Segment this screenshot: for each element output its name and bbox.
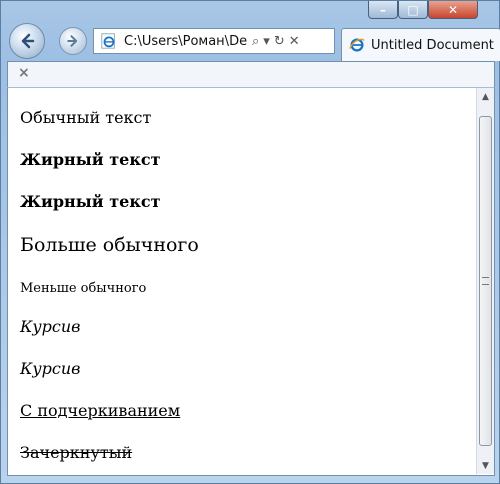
scroll-up-icon[interactable]: ▲: [477, 88, 494, 105]
tab-untitled-document[interactable]: Untitled Document: [341, 28, 500, 61]
strong-text: Жирный текст: [20, 192, 161, 211]
address-bar[interactable]: C:\Users\Роман\De ⌕ ▾ ↻ ✕: [93, 28, 335, 54]
italic-text: Курсив: [20, 317, 81, 336]
grip-icon: [482, 277, 489, 285]
larger-text: Больше обычного: [20, 234, 199, 256]
chevron-down-icon[interactable]: ▾: [263, 34, 270, 49]
scroll-down-icon[interactable]: ▼: [477, 457, 494, 474]
browser-window: – □ ✕ C:\Users\Роман\De ⌕ ▾ ↻ ✕ Untitled…: [0, 0, 500, 484]
page-content: Обычный текст Жирный текст Жирный текст …: [7, 88, 495, 476]
search-icon[interactable]: ⌕: [252, 34, 259, 49]
close-window-button[interactable]: ✕: [428, 1, 478, 19]
forward-button[interactable]: [59, 27, 87, 55]
strikethrough-text: Зачеркнутый: [20, 443, 133, 462]
title-bar: – □ ✕: [1, 1, 500, 21]
vertical-scrollbar[interactable]: ▲ ▼: [476, 88, 494, 474]
address-text[interactable]: C:\Users\Роман\De: [124, 34, 250, 49]
maximize-button[interactable]: □: [398, 1, 428, 19]
smaller-text: Меньше обычного: [20, 281, 147, 296]
forward-arrow-icon: [67, 35, 78, 47]
stop-icon[interactable]: ✕: [289, 34, 300, 49]
command-bar: ×: [7, 61, 495, 88]
back-arrow-icon: [21, 33, 35, 49]
refresh-icon[interactable]: ↻: [274, 34, 285, 49]
emphasis-text: Курсив: [20, 359, 81, 378]
scroll-thumb[interactable]: [479, 116, 492, 446]
bold-text: Жирный текст: [20, 150, 161, 169]
close-icon[interactable]: ×: [18, 65, 30, 81]
ie-logo-icon: [349, 38, 365, 52]
tab-label: Untitled Document: [371, 37, 494, 53]
underline-text: С подчеркиванием: [20, 401, 181, 420]
normal-text: Обычный текст: [20, 108, 152, 127]
back-button[interactable]: [9, 23, 45, 59]
minimize-button[interactable]: –: [368, 1, 398, 19]
ie-page-icon: [101, 33, 115, 49]
